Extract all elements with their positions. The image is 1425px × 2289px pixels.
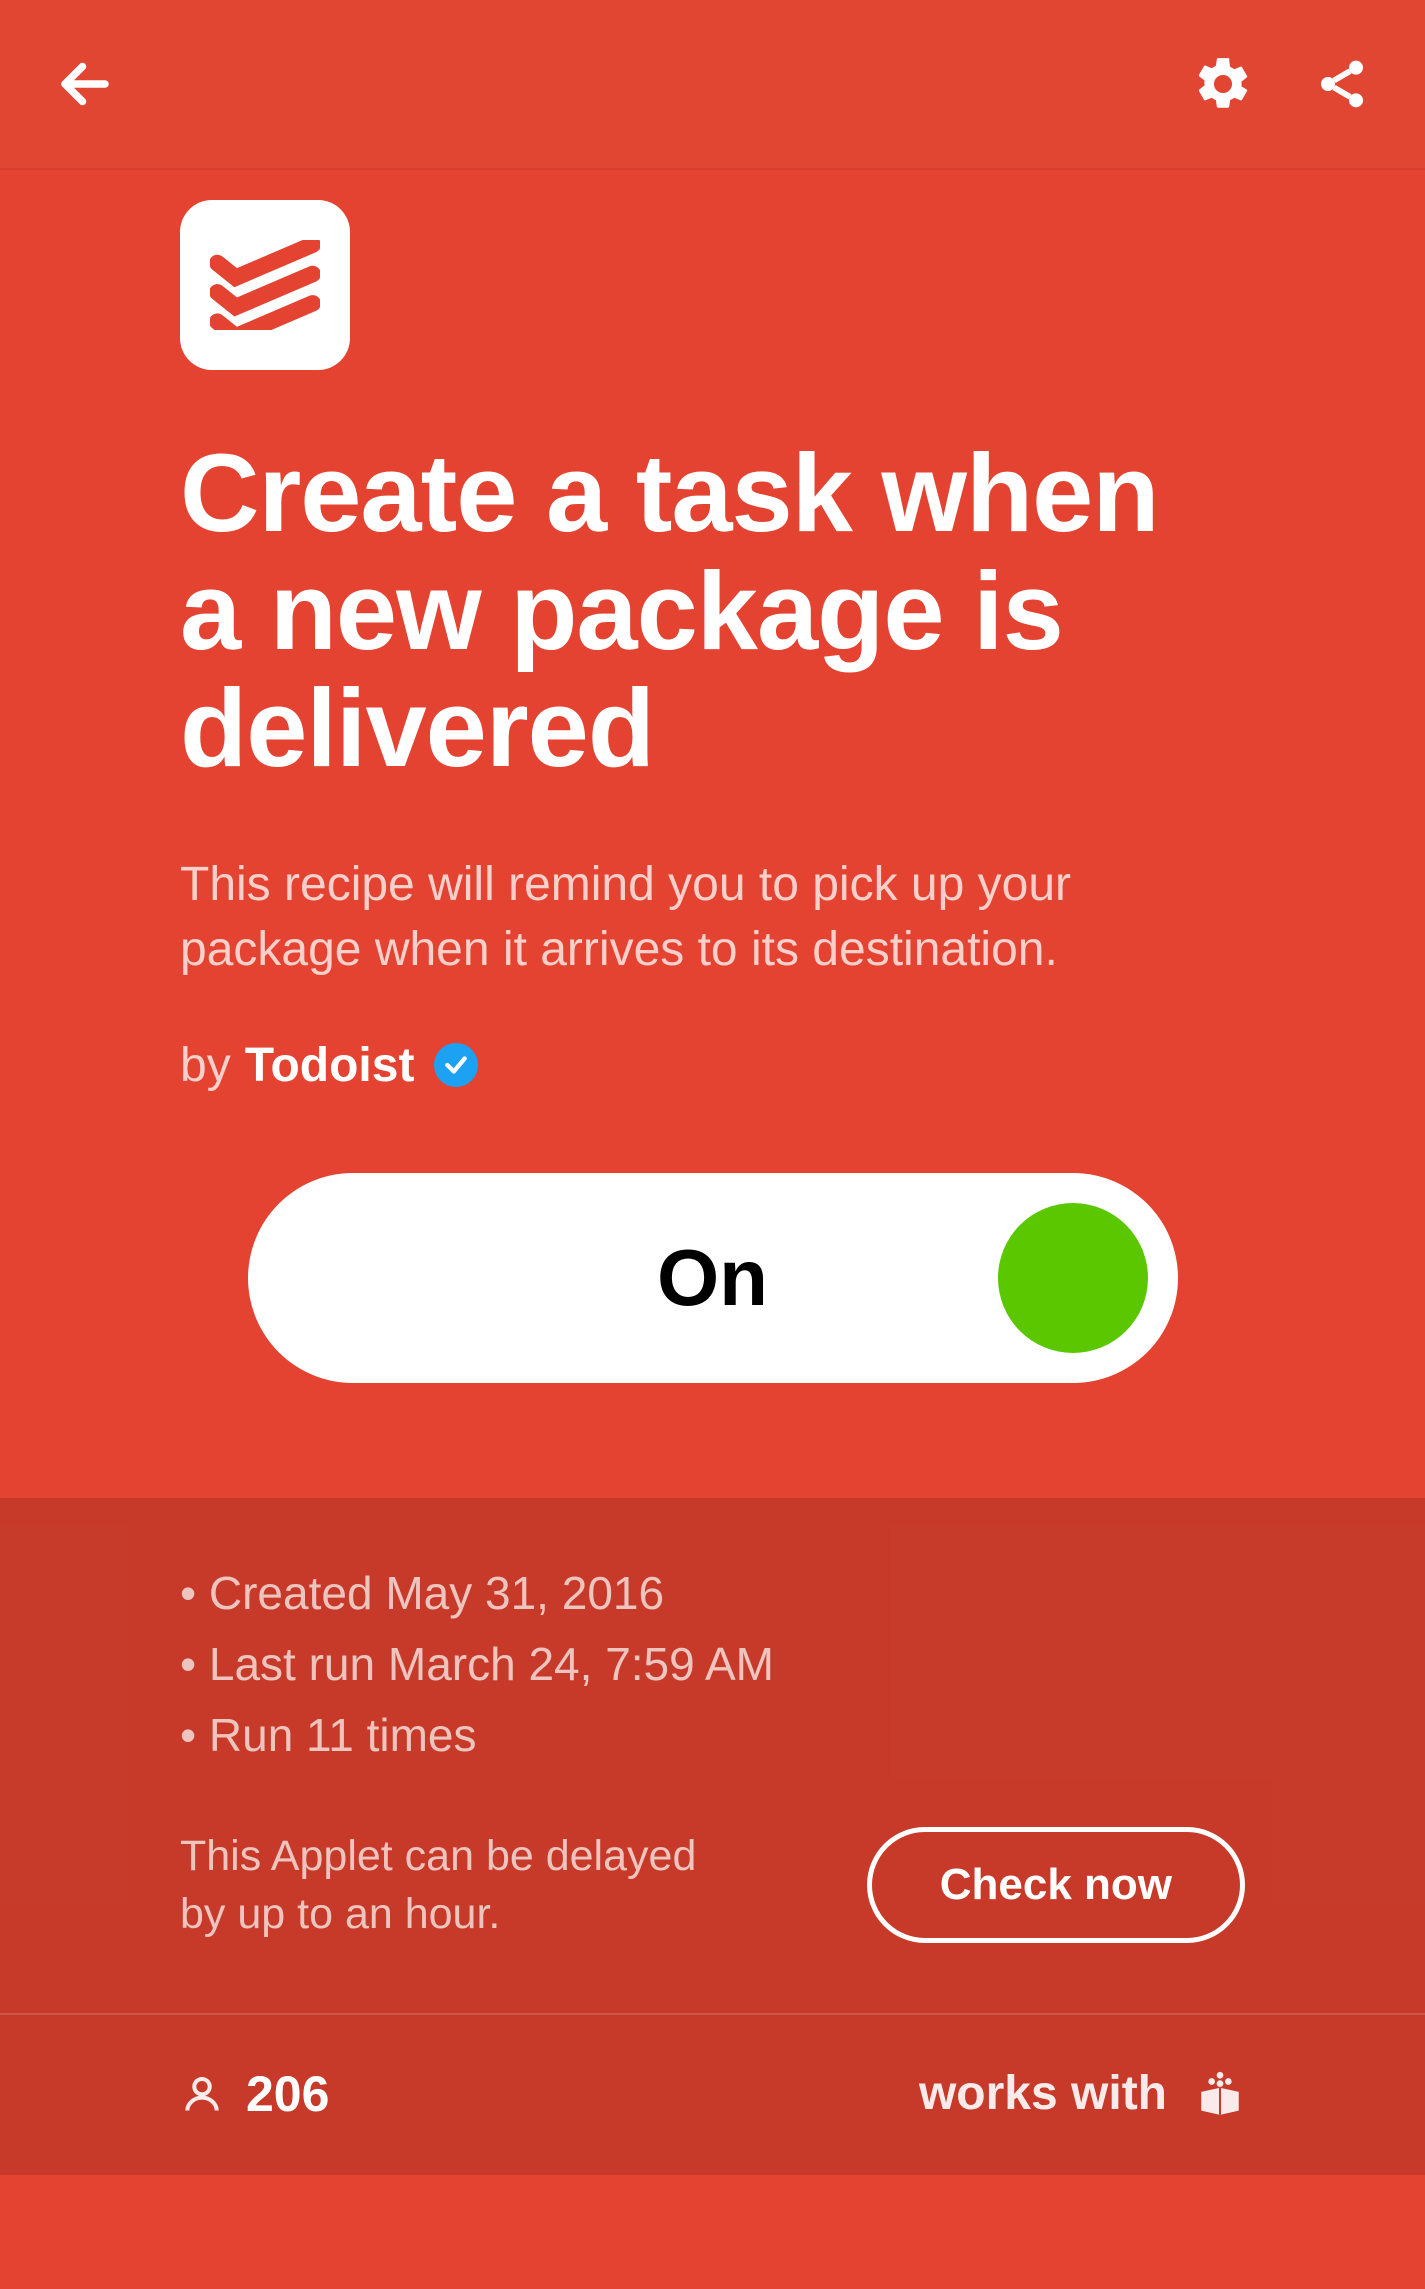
meta-run-count: Run 11 times (180, 1700, 1245, 1771)
check-icon (443, 1052, 469, 1078)
user-icon (180, 2072, 224, 2116)
slice-service-icon (1195, 2069, 1245, 2119)
footer-bar: 206 works with (0, 2013, 1425, 2175)
works-with-label: works with (919, 2066, 1167, 2121)
todoist-icon (210, 240, 320, 330)
works-with[interactable]: works with (919, 2066, 1245, 2121)
meta-last-run: Last run March 24, 7:59 AM (180, 1629, 1245, 1700)
back-button[interactable] (55, 54, 115, 114)
verified-badge (434, 1043, 478, 1087)
by-label: by (180, 1038, 231, 1093)
meta-created: Created May 31, 2016 (180, 1558, 1245, 1629)
settings-button[interactable] (1192, 53, 1254, 115)
meta-list: Created May 31, 2016 Last run March 24, … (180, 1558, 1245, 1772)
byline: by Todoist (180, 1038, 1245, 1093)
gear-icon (1192, 53, 1254, 115)
applet-toggle[interactable]: On (248, 1173, 1178, 1383)
top-bar (0, 0, 1425, 170)
share-button[interactable] (1314, 56, 1370, 112)
author-name[interactable]: Todoist (245, 1038, 415, 1093)
delay-text: This Applet can be delayed by up to an h… (180, 1827, 740, 1943)
toggle-knob (998, 1203, 1148, 1353)
arrow-left-icon (55, 54, 115, 114)
applet-title: Create a task when a new package is deli… (180, 435, 1245, 788)
applet-detail: Create a task when a new package is deli… (0, 170, 1425, 1383)
user-count-group: 206 (180, 2065, 329, 2123)
share-icon (1314, 56, 1370, 112)
user-count: 206 (246, 2065, 329, 2123)
applet-meta: Created May 31, 2016 Last run March 24, … (0, 1498, 1425, 2013)
toggle-label: On (657, 1232, 768, 1324)
applet-description: This recipe will remind you to pick up y… (180, 853, 1245, 983)
service-icon-todoist (180, 200, 350, 370)
check-now-button[interactable]: Check now (867, 1827, 1245, 1943)
